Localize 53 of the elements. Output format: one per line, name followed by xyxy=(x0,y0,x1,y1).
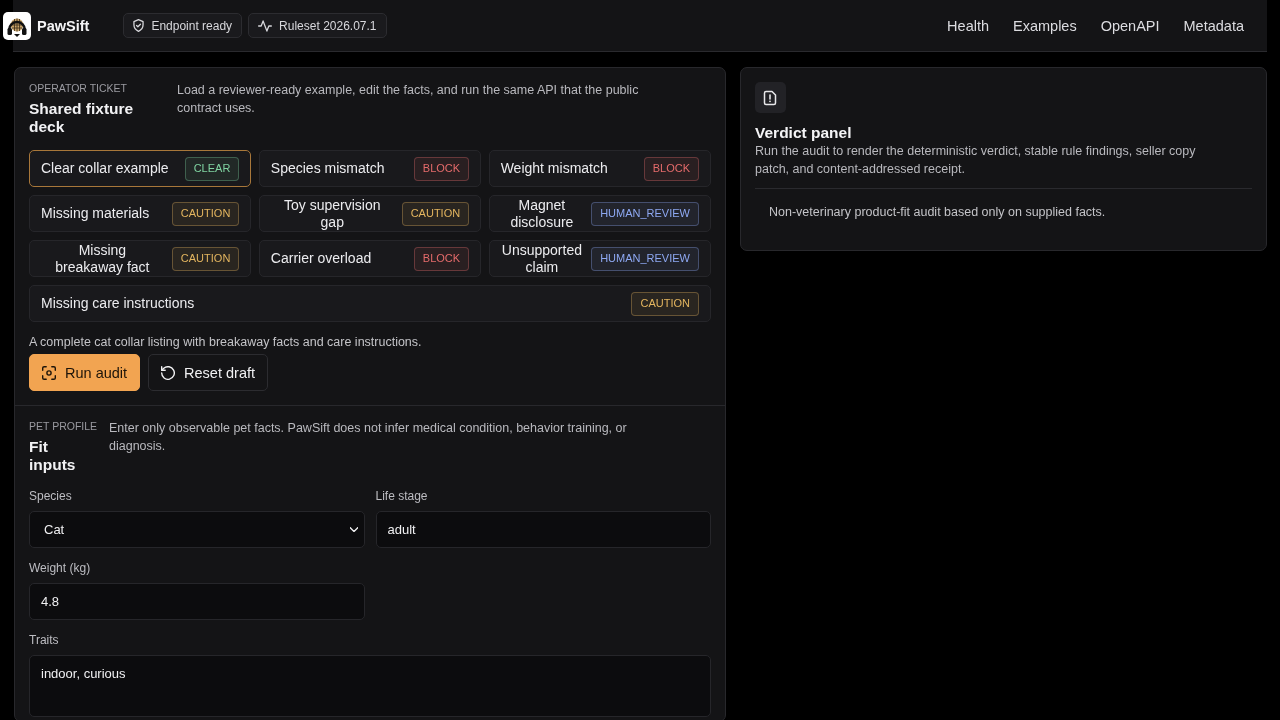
document-alert-icon xyxy=(755,82,786,113)
verdict-badge: BLOCK xyxy=(413,156,470,181)
verdict-badge: CAUTION xyxy=(171,201,240,226)
verdict-badge: BLOCK xyxy=(413,246,470,271)
section-eyebrow: PET PROFILE xyxy=(29,419,99,433)
pulse-icon xyxy=(258,19,273,32)
section-title: Shared fixture deck xyxy=(29,100,135,136)
field-label: Weight (kg) xyxy=(29,561,92,575)
verdict-badge: CAUTION xyxy=(401,201,470,226)
dropdown-field[interactable]: Cat xyxy=(29,511,365,548)
field-label: Life stage xyxy=(375,489,429,503)
scan-icon xyxy=(42,365,56,380)
input-field[interactable]: adult xyxy=(375,511,711,548)
status-chip: Endpoint ready xyxy=(123,13,243,38)
fixture-option[interactable]: Weight mismatch BLOCK xyxy=(488,150,711,187)
reset-draft-button[interactable]: Reset draft xyxy=(148,354,268,391)
nav-link[interactable]: Metadata xyxy=(1183,17,1244,34)
panel-title: Verdict panel xyxy=(755,124,853,142)
panel-description: Run the audit to render the deterministic verdict, stable rule findings, seller copy patch, and content-addressed receipt. xyxy=(755,143,1197,178)
status-chip: Ruleset 2026.07.1 xyxy=(248,13,387,38)
section-title: Fit inputs xyxy=(29,438,77,474)
verdict-badge: BLOCK xyxy=(643,156,699,181)
verdict-badge: HUMAN_REVIEW xyxy=(591,201,699,226)
field-label: Traits xyxy=(29,633,60,647)
verdict-badge: HUMAN_REVIEW xyxy=(591,246,699,271)
fixture-option[interactable]: Magnet disclosure HUMAN_REVIEW xyxy=(488,195,711,232)
fixture-option[interactable]: Toy supervision gap CAUTION xyxy=(258,195,482,232)
fixture-option[interactable]: Missing care instructions CAUTION xyxy=(29,285,711,322)
verdict-badge: CAUTION xyxy=(171,246,240,271)
nav-link[interactable]: Examples xyxy=(1013,17,1077,34)
fixture-option[interactable]: Carrier overload BLOCK xyxy=(258,240,482,277)
fixture-option[interactable]: Missing breakaway fact CAUTION xyxy=(29,240,252,277)
text-area-field[interactable]: indoor, curious xyxy=(29,655,711,717)
section-eyebrow: OPERATOR TICKET xyxy=(29,81,129,95)
fixture-option[interactable]: Unsupported claim HUMAN_REVIEW xyxy=(488,240,711,277)
fixture-option[interactable]: Missing materials CAUTION xyxy=(29,195,252,232)
run-audit-button[interactable]: Run audit xyxy=(29,354,141,391)
rotate-arrow-icon xyxy=(161,365,176,380)
shield-check-icon xyxy=(133,19,145,32)
nav-link[interactable]: Health xyxy=(947,17,989,34)
section-description: Load a reviewer-ready example, edit the facts, and run the same API that the public contract uses. xyxy=(177,82,640,117)
fixture-summary: A complete cat collar listing with breakaway facts and care instructions. xyxy=(29,334,423,350)
nav-link[interactable]: OpenAPI xyxy=(1100,17,1160,34)
section-description: Enter only observable pet facts. PawSift does not infer medical condition, behavior training, or diagnosis. xyxy=(109,420,628,455)
verdict-badge: CLEAR xyxy=(184,156,240,181)
brand-name: PawSift xyxy=(37,17,90,34)
verdict-badge: CAUTION xyxy=(631,291,699,316)
input-field[interactable]: 4.8 xyxy=(29,583,365,620)
chevron-down-icon xyxy=(349,527,358,532)
fixture-option[interactable]: Clear collar example CLEAR xyxy=(29,150,252,187)
fixture-option[interactable]: Species mismatch BLOCK xyxy=(258,150,482,187)
disclaimer-note: Non-veterinary product-fit audit based only on supplied facts. xyxy=(768,204,1107,221)
field-label: Species xyxy=(29,489,73,503)
